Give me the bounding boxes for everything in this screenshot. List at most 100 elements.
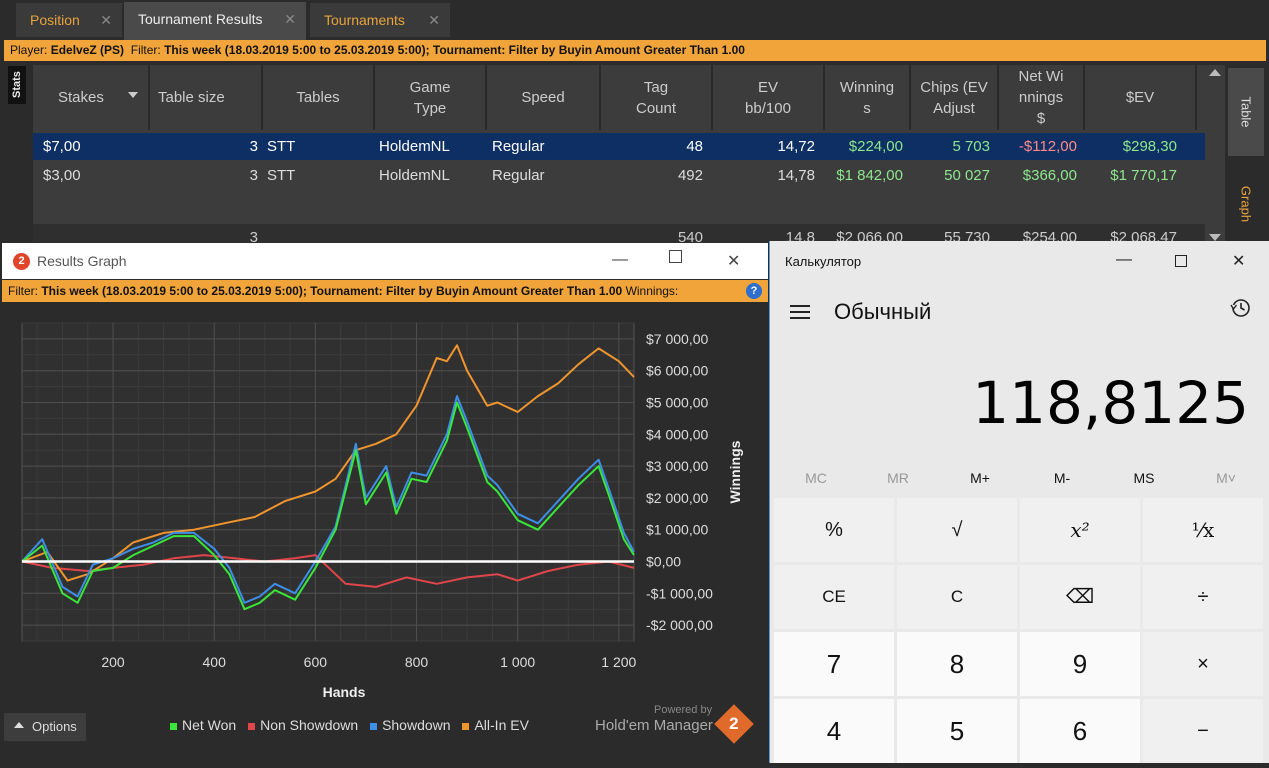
reciprocal-button[interactable]: ⅟x	[1143, 498, 1263, 562]
digit-6-button[interactable]: 6	[1020, 699, 1140, 763]
cell-size: 3	[249, 138, 258, 155]
x-tick-label: 200	[101, 654, 125, 670]
results-table: Stakes Table size Tables Game Type Speed…	[33, 65, 1205, 243]
column-header-f[interactable]: F	[1197, 65, 1205, 130]
close-icon[interactable]: ✕	[727, 251, 740, 271]
cell-winnings: $1 842,00	[836, 167, 903, 184]
multiply-button[interactable]: ×	[1143, 632, 1263, 696]
close-icon[interactable]: ✕	[1232, 251, 1245, 271]
column-header-game-type[interactable]: Game Type	[375, 65, 487, 130]
memory-recall-button[interactable]: MR	[857, 470, 939, 486]
stats-tab[interactable]: Stats	[8, 66, 26, 104]
filter-label: Filter:	[8, 284, 38, 298]
filter-label: Filter:	[130, 43, 161, 57]
column-header-ev-bb100[interactable]: EV bb/100	[713, 65, 825, 130]
calculator-mode: Обычный	[834, 299, 932, 324]
close-icon[interactable]: ✕	[428, 3, 440, 37]
legend-item[interactable]: Showdown	[370, 717, 451, 733]
cell-stakes: $3,00	[43, 167, 81, 184]
table-scrollbar[interactable]	[1205, 65, 1225, 243]
clear-button[interactable]: C	[897, 565, 1017, 629]
close-icon[interactable]: ✕	[100, 3, 112, 37]
graph-side-tab[interactable]: Graph	[1228, 164, 1264, 244]
column-header-winnings[interactable]: Winnings	[825, 65, 911, 130]
sqrt-button[interactable]: √	[897, 498, 1017, 562]
scroll-down-icon[interactable]	[1209, 234, 1221, 241]
clear-entry-button[interactable]: CE	[774, 565, 894, 629]
column-header-tag-count[interactable]: Tag Count	[601, 65, 713, 130]
legend-swatch	[248, 722, 256, 730]
calculator-titlebar: Калькулятор — ✕	[770, 241, 1269, 281]
cell-tables: STT	[267, 138, 296, 155]
tab-tournaments[interactable]: Tournaments ✕	[310, 3, 450, 37]
cell-size: 3	[249, 167, 258, 184]
table-side-tab[interactable]: Table	[1228, 68, 1264, 156]
memory-subtract-button[interactable]: M-	[1021, 470, 1103, 486]
cell-chips: 50 027	[944, 167, 990, 184]
tab-position[interactable]: Position ✕	[16, 3, 122, 37]
table-row[interactable]: $7,00 3 STT HoldemNL Regular 48 14,72 $2…	[33, 133, 1205, 160]
chart-legend: Net Won Non Showdown Showdown All-In EV	[170, 717, 537, 733]
cell-winnings: $224,00	[848, 138, 903, 155]
help-icon[interactable]: ?	[746, 283, 762, 299]
cell-sev: $1 770,17	[1110, 167, 1177, 184]
filter-text: This week (18.03.2019 5:00 to 25.03.2019…	[41, 284, 623, 298]
minimize-icon[interactable]: —	[612, 251, 628, 269]
tab-label: Tournament Results	[138, 11, 263, 27]
tab-label: Tournaments	[324, 12, 405, 28]
maximize-icon[interactable]	[1175, 255, 1187, 267]
digit-7-button[interactable]: 7	[774, 632, 894, 696]
backspace-button[interactable]: ⌫	[1020, 565, 1140, 629]
memory-store-button[interactable]: MS	[1103, 470, 1185, 486]
divide-button[interactable]: ÷	[1143, 565, 1263, 629]
menu-icon[interactable]	[790, 305, 810, 319]
column-header-chips-ev[interactable]: Chips (EV Adjust	[911, 65, 999, 130]
x-tick-label: 1 200	[601, 654, 636, 670]
subtract-button[interactable]: −	[1143, 699, 1263, 763]
memory-clear-button[interactable]: MC	[775, 470, 857, 486]
legend-swatch	[170, 722, 177, 730]
scroll-up-icon[interactable]	[1209, 69, 1221, 76]
legend-item[interactable]: Non Showdown	[248, 717, 358, 733]
cell-chips: 5 703	[952, 138, 990, 155]
digit-8-button[interactable]: 8	[897, 632, 1017, 696]
maximize-icon[interactable]	[669, 250, 682, 263]
y-tick-label: -$2 000,00	[646, 617, 713, 633]
y-tick-label: $7 000,00	[646, 331, 708, 347]
table-row[interactable]: $3,00 3 STT HoldemNL Regular 492 14,78 $…	[33, 162, 1205, 189]
column-header-sev[interactable]: $EV	[1085, 65, 1197, 130]
calculator-window: Калькулятор — ✕ Обычный 118,8125 MC MR M…	[769, 241, 1269, 763]
close-icon[interactable]: ✕	[284, 2, 296, 36]
digit-5-button[interactable]: 5	[897, 699, 1017, 763]
column-header-net-winnings[interactable]: Net Winnings $	[999, 65, 1085, 130]
history-icon[interactable]	[1230, 297, 1252, 319]
column-header-stakes[interactable]: Stakes	[33, 65, 150, 130]
column-header-table-size[interactable]: Table size	[150, 65, 263, 130]
x-tick-label: 400	[203, 654, 227, 670]
tab-label: Position	[30, 12, 80, 28]
results-chart: 200 400 600 800 1 000 1 200 $7 000,00 $6 000,00…	[21, 322, 743, 700]
y-tick-label: $2 000,00	[646, 490, 708, 506]
legend-item[interactable]: Net Won	[170, 717, 236, 733]
percent-button[interactable]: %	[774, 498, 894, 562]
minimize-icon[interactable]: —	[1116, 251, 1132, 269]
cell-sev: $298,30	[1122, 138, 1177, 155]
window-title: Калькулятор	[785, 254, 862, 269]
memory-list-button[interactable]: M˅	[1185, 470, 1267, 486]
column-header-tables[interactable]: Tables	[263, 65, 375, 130]
digit-9-button[interactable]: 9	[1020, 632, 1140, 696]
tab-tournament-results[interactable]: Tournament Results ✕	[124, 2, 306, 40]
memory-add-button[interactable]: M+	[939, 470, 1021, 486]
legend-item[interactable]: All-In EV	[462, 717, 529, 733]
y-axis-label: Winnings	[727, 440, 743, 503]
y-tick-label: -$1 000,00	[646, 585, 713, 601]
brand-name: Hold'em Manager	[595, 717, 713, 734]
y-tick-label: $3 000,00	[646, 458, 708, 474]
square-button[interactable]: x²	[1020, 498, 1140, 562]
digit-4-button[interactable]: 4	[774, 699, 894, 763]
options-button[interactable]: Options	[4, 713, 86, 741]
graph-filter-bar: Filter: This week (18.03.2019 5:00 to 25…	[2, 280, 768, 302]
y-tick-label: $4 000,00	[646, 426, 708, 442]
hem-brand-logo-icon: 2	[714, 704, 754, 744]
column-header-speed[interactable]: Speed	[487, 65, 601, 130]
